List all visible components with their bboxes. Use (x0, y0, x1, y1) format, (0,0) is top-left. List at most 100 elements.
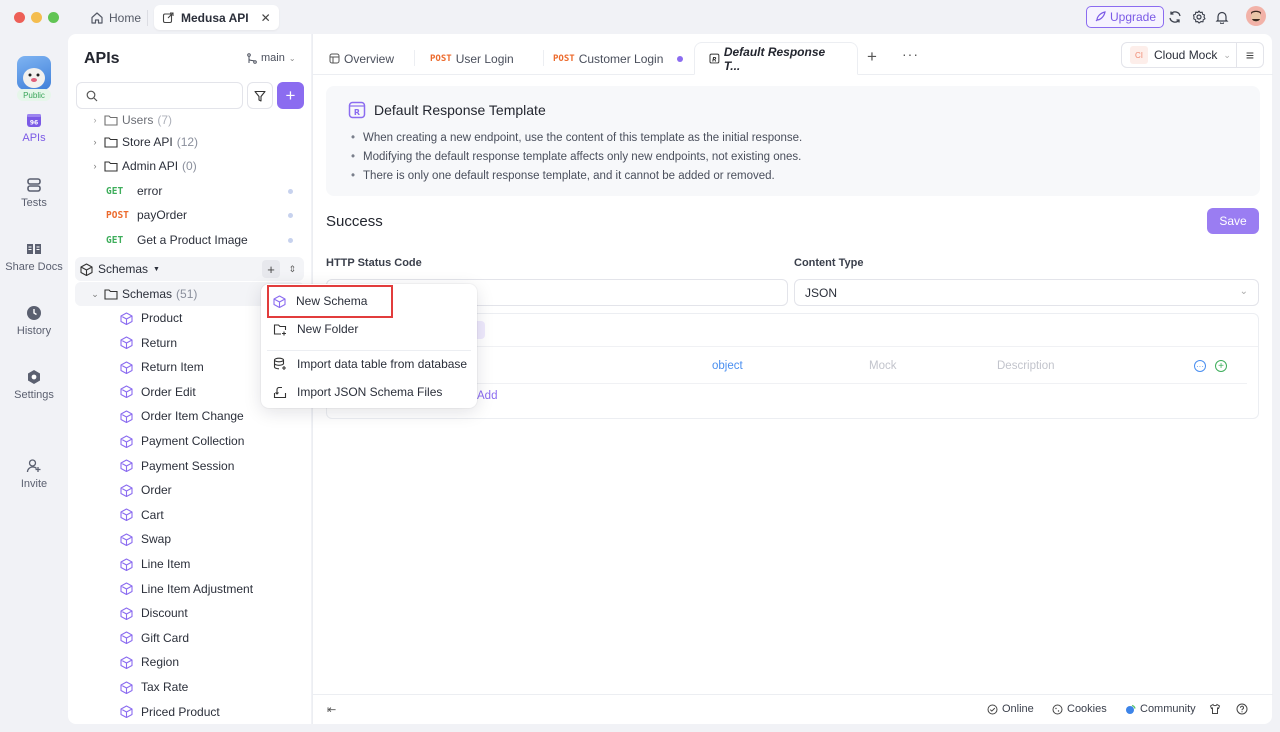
gear-icon[interactable] (1190, 8, 1208, 26)
rail-item-invite[interactable]: Invite (0, 458, 68, 490)
chevron-right-icon: › (93, 161, 97, 171)
schema-item[interactable]: Order (68, 478, 311, 502)
menu-item-import-json-schema[interactable]: Import JSON Schema Files (261, 379, 477, 405)
shirt-icon[interactable] (1209, 703, 1221, 715)
community-label: Community (1140, 703, 1196, 715)
minimize-window-button[interactable] (31, 12, 42, 23)
schema-item[interactable]: Payment Session (68, 454, 311, 478)
online-status[interactable]: Online (987, 703, 1034, 715)
help-icon[interactable] (1236, 703, 1248, 715)
tab-label: Overview (344, 51, 395, 66)
endpoint-row[interactable]: GET error (68, 179, 311, 203)
online-label: Online (1002, 703, 1034, 715)
schemas-section-header[interactable]: Schemas ▼ + ⇕ (75, 257, 304, 281)
upgrade-button[interactable]: Upgrade (1086, 6, 1165, 28)
branch-selector[interactable]: main ⌄ (247, 52, 296, 64)
schema-item-label: Line Item Adjustment (141, 581, 254, 596)
schema-item-label: Order (141, 483, 172, 498)
rail-item-settings[interactable]: Settings (0, 369, 68, 401)
schema-item-label: Product (141, 311, 183, 325)
sync-icon[interactable] (1166, 8, 1184, 26)
new-tab-button[interactable]: + (867, 47, 877, 67)
schema-item[interactable]: Line Item (68, 552, 311, 576)
schema-item[interactable]: Payment Collection (68, 429, 311, 453)
project-tab[interactable]: Medusa API ✕ (154, 5, 279, 30)
schema-item[interactable]: Discount (68, 601, 311, 625)
community-button[interactable]: Community (1125, 703, 1196, 715)
svg-text:R: R (354, 108, 360, 117)
rail-item-history[interactable]: History (0, 305, 68, 337)
cookie-icon (1052, 704, 1063, 714)
folder-icon (104, 137, 118, 148)
chevron-down-icon: ⌄ (288, 53, 296, 63)
folder-count: (12) (176, 135, 199, 149)
template-icon: R (348, 101, 366, 119)
schema-item[interactable]: Priced Product (68, 700, 311, 724)
add-field-link[interactable]: Add (477, 390, 497, 402)
check-circle-icon (987, 704, 998, 714)
rail-label: APIs (22, 132, 46, 144)
endpoint-row[interactable]: POST payOrder (68, 203, 311, 227)
save-button[interactable]: Save (1207, 208, 1259, 234)
mock-input[interactable]: Mock (869, 360, 896, 372)
add-schema-button[interactable]: + (262, 260, 280, 278)
tab-user-login[interactable]: POST User Login (416, 42, 528, 75)
root-type[interactable]: object (712, 360, 743, 372)
add-api-button[interactable]: + (277, 82, 304, 109)
schema-item-label: Priced Product (141, 704, 220, 719)
schema-item[interactable]: Line Item Adjustment (68, 577, 311, 601)
share-docs-icon (27, 244, 41, 254)
rail-item-share-docs[interactable]: Share Docs (0, 241, 68, 273)
folder-row[interactable]: › Admin API (0) (90, 154, 290, 178)
cookies-label: Cookies (1067, 703, 1107, 715)
left-rail: Public 96 APIs Tests Share Docs History … (0, 34, 68, 732)
search-input[interactable] (76, 82, 243, 109)
schema-item-label: Swap (141, 532, 172, 547)
schema-item[interactable]: Gift Card (68, 626, 311, 650)
maximize-window-button[interactable] (48, 12, 59, 23)
schema-icon (120, 459, 141, 473)
close-tab-icon[interactable]: ✕ (261, 11, 271, 25)
bell-icon[interactable] (1213, 8, 1231, 26)
home-tab[interactable]: Home (90, 8, 141, 28)
tab-overview[interactable]: Overview (315, 42, 408, 75)
menu-item-new-folder[interactable]: New Folder (261, 316, 477, 342)
folder-row[interactable]: › Users (7) (90, 112, 290, 132)
rocket-icon (1095, 11, 1106, 22)
tab-customer-login[interactable]: POST Customer Login (539, 42, 697, 75)
branch-icon (247, 52, 257, 64)
collapse-sidebar-icon[interactable]: ⇤ (327, 703, 336, 716)
content-type-select[interactable]: JSON ⌄ (794, 279, 1259, 306)
info-title: R Default Response Template (348, 101, 546, 119)
status-dot (288, 237, 293, 243)
folder-row[interactable]: › Store API (12) (90, 130, 290, 154)
schema-icon (120, 361, 141, 374)
schema-item[interactable]: Tax Rate (68, 675, 311, 699)
tab-label: User Login (455, 51, 514, 66)
rail-item-tests[interactable]: Tests (0, 177, 68, 209)
overview-icon (329, 53, 340, 64)
schema-item[interactable]: Swap (68, 527, 311, 551)
highlight-annotation (267, 285, 393, 318)
more-options-icon[interactable]: ··· (1194, 360, 1206, 372)
rail-item-apis[interactable]: 96 APIs (0, 112, 68, 144)
public-badge: Public (17, 89, 51, 101)
user-avatar[interactable] (1246, 6, 1266, 26)
tab-default-response-template[interactable]: R Default Response T... (694, 42, 858, 75)
environment-menu-button[interactable]: ≡ (1236, 42, 1264, 68)
chevron-right-icon: › (93, 115, 97, 125)
schema-item[interactable]: Cart (68, 503, 311, 527)
sort-icon[interactable]: ⇕ (288, 264, 296, 275)
menu-item-import-database[interactable]: Import data table from database (261, 351, 477, 377)
filter-button[interactable] (247, 82, 273, 109)
cookies-button[interactable]: Cookies (1052, 703, 1107, 715)
close-window-button[interactable] (14, 12, 25, 23)
project-avatar[interactable] (17, 56, 51, 90)
add-child-icon[interactable]: + (1215, 360, 1227, 372)
environment-selector[interactable]: CI Cloud Mock ⌄ (1121, 42, 1237, 68)
schema-item[interactable]: Region (68, 650, 311, 674)
description-input[interactable]: Description (997, 360, 1055, 372)
more-tabs-button[interactable]: ··· (902, 46, 919, 62)
endpoint-row[interactable]: GET Get a Product Image (68, 228, 311, 252)
schema-item-label: Return Item (141, 360, 204, 375)
